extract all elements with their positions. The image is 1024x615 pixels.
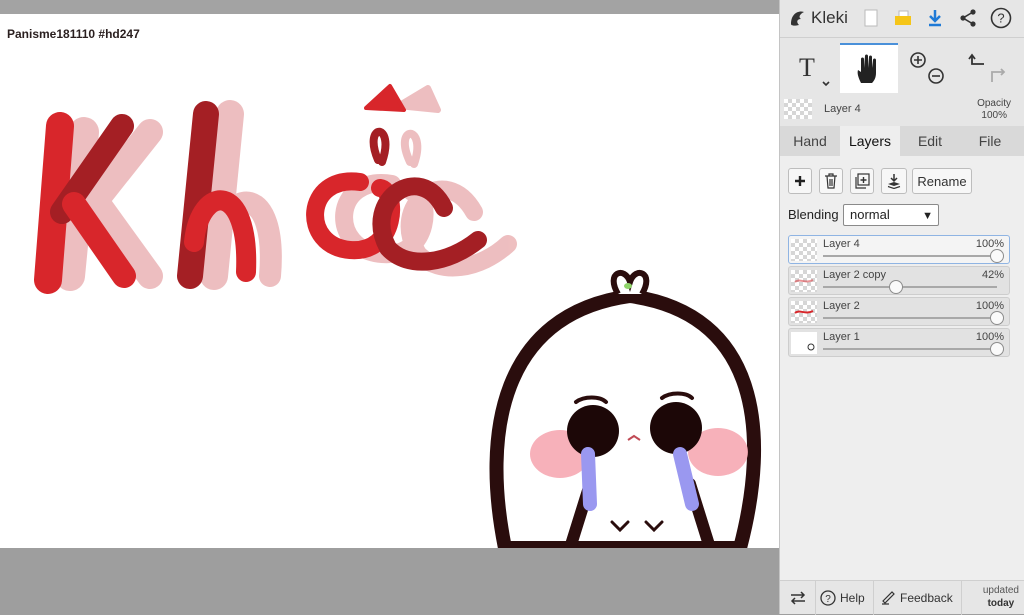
side-panel: Kleki ? T Layer 4 Opacity 100% Hand Laye… (779, 0, 1024, 615)
updated-label: updated (982, 585, 1019, 596)
delete-layer-button[interactable] (819, 168, 843, 194)
current-layer-name: Layer 4 (824, 103, 861, 115)
layer-thumbnail (791, 301, 817, 323)
layer-opacity: 100% (975, 331, 1004, 343)
swap-arrows-icon (790, 591, 805, 605)
add-layer-button[interactable] (788, 168, 812, 194)
canvas-top-strip (0, 0, 779, 14)
open-folder-icon[interactable] (892, 7, 914, 29)
chevron-down-icon: ▼ (922, 210, 933, 222)
layer-name: Layer 2 copy (823, 269, 886, 281)
download-icon[interactable] (924, 7, 946, 29)
duplicate-layer-button[interactable] (850, 168, 874, 194)
opacity-slider-knob[interactable] (990, 311, 1004, 325)
hand-tool-button[interactable] (840, 43, 898, 93)
layer-thumbnail (791, 270, 817, 292)
hand-icon (857, 54, 876, 83)
top-bar: Kleki ? (780, 0, 1024, 38)
share-icon[interactable] (957, 7, 979, 29)
svg-text:?: ? (825, 594, 831, 605)
opacity-slider-track[interactable] (823, 255, 997, 257)
help-button[interactable]: ? Help (816, 581, 874, 615)
layer-opacity: 42% (981, 269, 1004, 281)
help-icon: ? (820, 590, 836, 606)
layer-name: Layer 2 (823, 300, 860, 312)
tab-edit[interactable]: Edit (900, 126, 960, 156)
tab-hand[interactable]: Hand (780, 126, 840, 156)
zoom-out-icon[interactable] (928, 68, 944, 84)
opacity-slider-knob[interactable] (889, 280, 904, 294)
current-layer-info: Layer 4 Opacity 100% (780, 96, 1024, 124)
layer-opacity: 100% (975, 300, 1004, 312)
logo-text: Kleki (811, 8, 848, 27)
blending-label: Blending (788, 207, 839, 222)
layer-opacity: 100% (975, 238, 1004, 250)
opacity-slider-track[interactable] (823, 286, 997, 288)
updated-value: today (987, 598, 1015, 609)
text-tool-button[interactable]: T (785, 43, 840, 93)
undo-icon[interactable] (968, 53, 984, 65)
svg-text:?: ? (997, 11, 1004, 26)
opacity-value: 100% (981, 110, 1007, 121)
svg-text:T: T (799, 53, 815, 82)
zoom-buttons (904, 43, 952, 93)
layers-panel: Rename Blending normal ▼ Layer 4 100% La… (780, 156, 1024, 580)
bottom-bar: ? Help Feedback updated today (780, 580, 1024, 615)
tab-file[interactable]: File (960, 126, 1020, 156)
opacity-label: Opacity (977, 98, 1011, 109)
layer-thumbnail (791, 332, 817, 354)
layer-name: Layer 1 (823, 331, 860, 343)
layer-name: Layer 4 (823, 238, 860, 250)
layer-row[interactable]: Layer 2 copy 42% (788, 266, 1010, 295)
blending-select[interactable]: normal ▼ (843, 204, 939, 226)
tab-layers[interactable]: Layers (840, 126, 900, 156)
canvas-artwork (34, 84, 762, 548)
layer-row[interactable]: Layer 1 100% (788, 328, 1010, 357)
undo-redo-buttons (960, 43, 1016, 93)
crying-character (489, 270, 762, 548)
swap-side-button[interactable] (780, 581, 816, 615)
redo-icon[interactable] (991, 68, 1006, 82)
opacity-slider-knob[interactable] (990, 342, 1004, 356)
opacity-slider-track[interactable] (823, 317, 997, 319)
drawing-canvas[interactable]: Panisme181110 #hd247 (0, 14, 779, 548)
plus-icon (795, 176, 805, 186)
panel-tabs: Hand Layers Edit File (780, 126, 1024, 156)
feedback-button[interactable]: Feedback (874, 581, 962, 615)
kleki-logo-icon (791, 11, 804, 26)
new-file-icon[interactable] (860, 7, 882, 29)
updated-info[interactable]: updated today (983, 584, 1019, 610)
duplicate-icon (855, 173, 870, 189)
layer-row[interactable]: Layer 4 100% (788, 235, 1010, 264)
merge-down-button[interactable] (881, 168, 907, 194)
current-layer-thumbnail (784, 99, 812, 119)
help-label: Help (840, 591, 865, 605)
layer-thumbnail (791, 239, 817, 261)
feedback-pencil-icon (882, 591, 895, 605)
tool-row: T (780, 43, 1024, 93)
trash-icon (825, 173, 837, 189)
zoom-in-icon[interactable] (910, 52, 926, 68)
opacity-slider-track[interactable] (823, 348, 997, 350)
canvas-area[interactable]: Panisme181110 #hd247 (0, 0, 779, 614)
help-circle-icon[interactable]: ? (990, 7, 1012, 29)
kleki-logo[interactable]: Kleki (788, 8, 848, 28)
layer-row[interactable]: Layer 2 100% (788, 297, 1010, 326)
opacity-slider-knob[interactable] (990, 249, 1004, 263)
feedback-label: Feedback (900, 591, 953, 605)
rename-button[interactable]: Rename (912, 168, 972, 194)
merge-down-icon (887, 174, 901, 189)
text-tool-icon: T (799, 53, 830, 87)
blending-value: normal (850, 207, 890, 222)
lettering-shadow (55, 85, 517, 291)
